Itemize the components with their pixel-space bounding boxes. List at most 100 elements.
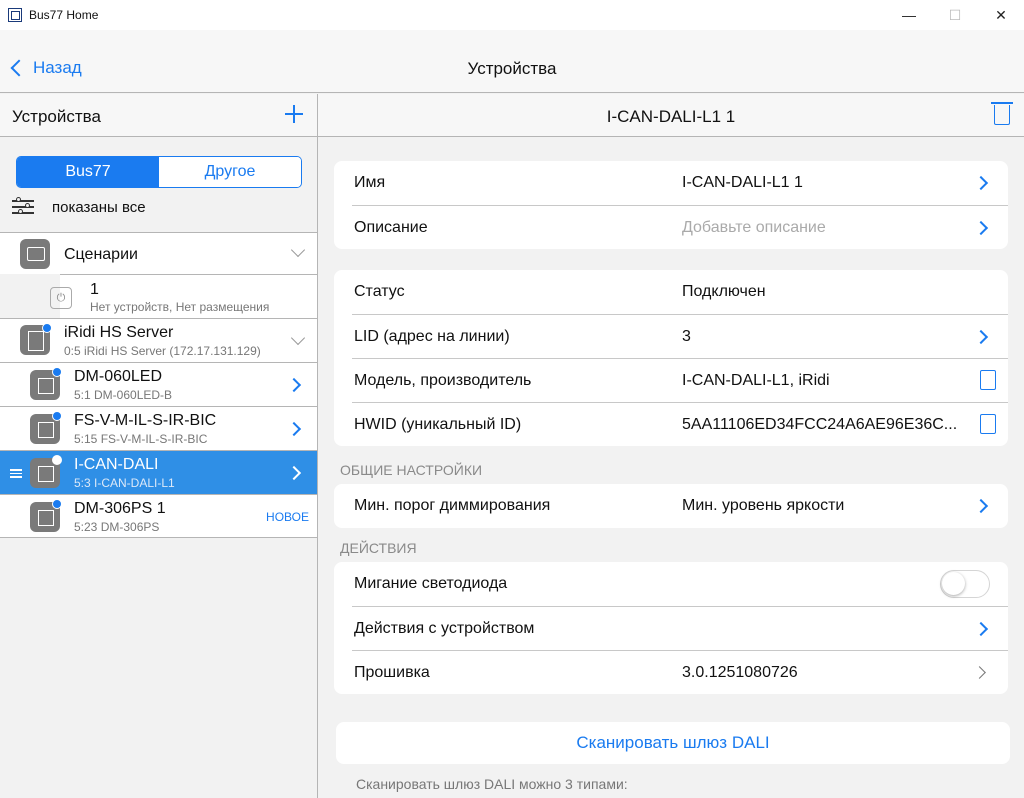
- title-bar: Bus77 Home — ☐ ✕: [0, 0, 1024, 30]
- detail-header: I-CAN-DALI-L1 1: [318, 94, 1024, 137]
- scan-dali-button[interactable]: Сканировать шлюз DALI: [336, 722, 1010, 764]
- minimize-button[interactable]: —: [886, 0, 932, 30]
- chevron-right-icon: [286, 465, 302, 481]
- field-label: Прошивка: [354, 664, 430, 681]
- device-list: Сценарии ⏻ 1 Нет устройств, Нет размещен…: [0, 232, 317, 538]
- card-general-settings: Мин. порог диммирования Мин. уровень ярк…: [334, 484, 1008, 528]
- status-value: Подключен: [682, 283, 766, 300]
- chevron-right-icon: [973, 175, 989, 191]
- nav-bar: Назад Устройства: [0, 30, 1024, 93]
- field-label: HWID (уникальный ID): [354, 416, 522, 433]
- row-name[interactable]: Имя I-CAN-DALI-L1 1: [352, 161, 1008, 205]
- drag-handle-icon[interactable]: [10, 469, 22, 478]
- row-subtitle: 0:5 iRidi HS Server (172.17.131.129): [64, 344, 261, 358]
- chevron-right-icon: [973, 621, 989, 637]
- power-icon: ⏻: [50, 287, 72, 309]
- list-item-scene-1[interactable]: ⏻ 1 Нет устройств, Нет размещения: [50, 274, 317, 318]
- field-value: 5AA11106ED34FCC24A6AE96E36C...: [682, 416, 958, 433]
- row-subtitle: 5:23 DM-306PS: [74, 520, 160, 534]
- segmented-control: Bus77 Другое: [16, 156, 302, 188]
- section-actions: ДЕЙСТВИЯ: [340, 540, 417, 556]
- chevron-right-icon: [973, 666, 986, 679]
- status-dot-icon: [42, 323, 52, 333]
- app-logo-icon: [8, 8, 22, 22]
- filter-sliders-icon: [12, 197, 34, 216]
- close-button[interactable]: ✕: [978, 0, 1024, 30]
- window-title: Bus77 Home: [29, 8, 99, 22]
- row-lid[interactable]: LID (адрес на линии) 3: [352, 314, 1008, 358]
- status-dot-icon: [52, 411, 62, 421]
- chevron-right-icon: [286, 421, 302, 437]
- description-placeholder: Добавьте описание: [682, 219, 826, 236]
- scan-footnote: Сканировать шлюз DALI можно 3 типами:: [356, 776, 628, 792]
- page-title: Устройства: [467, 59, 557, 78]
- row-min-dimming[interactable]: Мин. порог диммирования Мин. уровень ярк…: [352, 484, 1008, 528]
- row-title: Сценарии: [64, 246, 138, 263]
- led-blink-toggle[interactable]: [940, 570, 990, 598]
- field-label: Имя: [354, 174, 386, 191]
- maximize-button[interactable]: ☐: [932, 0, 978, 30]
- row-led-blink: Мигание светодиода: [352, 562, 1008, 606]
- field-label: Мигание светодиода: [354, 575, 508, 592]
- window-controls: — ☐ ✕: [886, 0, 1024, 30]
- field-value: I-CAN-DALI-L1, iRidi: [682, 372, 830, 389]
- firmware-version: 3.0.1251080726: [682, 664, 798, 681]
- field-value: I-CAN-DALI-L1 1: [682, 174, 803, 191]
- card-device-info: Статус Подключен LID (адрес на линии) 3 …: [334, 270, 1008, 446]
- row-title: FS-V-M-IL-S-IR-BIC: [74, 412, 217, 429]
- field-label: Действия с устройством: [354, 620, 535, 637]
- filter-button[interactable]: показаны все: [12, 197, 146, 216]
- folder-icon: [20, 239, 50, 269]
- row-title: DM-306PS 1: [74, 500, 166, 517]
- chevron-down-icon[interactable]: [290, 330, 306, 346]
- list-item-i-can-dali[interactable]: I-CAN-DALI 5:3 I-CAN-DALI-L1: [0, 450, 317, 494]
- list-item-fs-v-m[interactable]: FS-V-M-IL-S-IR-BIC 5:15 FS-V-M-IL-S-IR-B…: [0, 406, 317, 450]
- row-subtitle: 5:1 DM-060LED-B: [74, 388, 173, 402]
- add-device-button[interactable]: [285, 105, 303, 123]
- copy-icon[interactable]: [976, 414, 996, 436]
- row-description[interactable]: Описание Добавьте описание: [352, 205, 1008, 249]
- row-hwid: HWID (уникальный ID) 5AA11106ED34FCC24A6…: [352, 402, 1008, 446]
- row-subtitle: 5:15 FS-V-M-IL-S-IR-BIC: [74, 432, 208, 446]
- chevron-down-icon[interactable]: [290, 242, 306, 258]
- status-dot-icon: [52, 499, 62, 509]
- chevron-right-icon: [973, 220, 989, 236]
- row-device-actions[interactable]: Действия с устройством: [352, 606, 1008, 650]
- segment-other[interactable]: Другое: [159, 157, 301, 187]
- list-item-hs-server[interactable]: iRidi HS Server 0:5 iRidi HS Server (172…: [0, 318, 317, 362]
- row-title: 1: [90, 281, 99, 298]
- list-item-dm-306ps[interactable]: DM-306PS 1 5:23 DM-306PS НОВОЕ: [0, 494, 317, 538]
- section-general-settings: ОБЩИЕ НАСТРОЙКИ: [340, 462, 483, 478]
- field-label: Мин. порог диммирования: [354, 497, 551, 514]
- trash-icon[interactable]: [991, 102, 1013, 125]
- row-title: iRidi HS Server: [64, 324, 174, 341]
- list-item-scenes[interactable]: Сценарии: [0, 232, 317, 274]
- card-name-description: Имя I-CAN-DALI-L1 1 Описание Добавьте оп…: [334, 161, 1008, 249]
- row-subtitle: Нет устройств, Нет размещения: [90, 300, 270, 314]
- row-subtitle: 5:3 I-CAN-DALI-L1: [74, 476, 175, 490]
- device-detail-panel: I-CAN-DALI-L1 1 Имя I-CAN-DALI-L1 1 Опис…: [318, 94, 1024, 798]
- field-label: LID (адрес на линии): [354, 328, 510, 345]
- device-title: I-CAN-DALI-L1 1: [606, 107, 736, 126]
- chevron-right-icon: [973, 329, 989, 345]
- devices-sidebar: Устройства Bus77 Другое показаны все Сце…: [0, 94, 318, 798]
- row-model: Модель, производитель I-CAN-DALI-L1, iRi…: [352, 358, 1008, 402]
- field-label: Модель, производитель: [354, 372, 532, 389]
- copy-icon[interactable]: [976, 370, 996, 392]
- list-item-dm-060led[interactable]: DM-060LED 5:1 DM-060LED-B: [0, 362, 317, 406]
- row-firmware[interactable]: Прошивка 3.0.1251080726: [352, 650, 1008, 694]
- field-label: Статус: [354, 283, 405, 300]
- field-label: Описание: [354, 219, 428, 236]
- card-actions: Мигание светодиода Действия с устройство…: [334, 562, 1008, 694]
- field-value: Мин. уровень яркости: [682, 497, 845, 514]
- sidebar-title: Устройства: [12, 107, 101, 126]
- chevron-right-icon: [286, 377, 302, 393]
- status-dot-icon: [52, 455, 62, 465]
- sidebar-header: Устройства: [0, 94, 317, 137]
- row-title: I-CAN-DALI: [74, 456, 159, 473]
- row-title: DM-060LED: [74, 368, 163, 385]
- segment-bus77[interactable]: Bus77: [17, 157, 159, 187]
- row-status: Статус Подключен: [352, 270, 1008, 314]
- new-badge: НОВОЕ: [266, 510, 309, 524]
- field-value: 3: [682, 328, 691, 345]
